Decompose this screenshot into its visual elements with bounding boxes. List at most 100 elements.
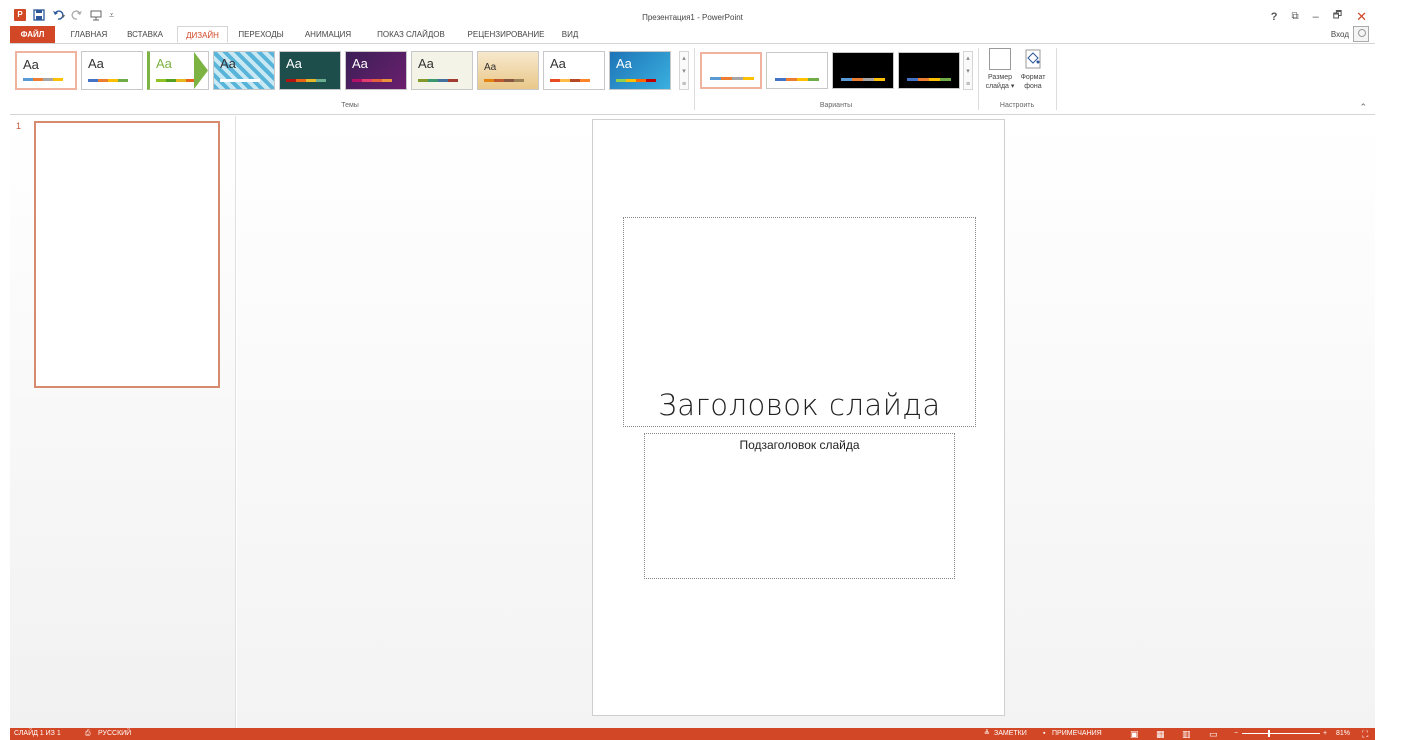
theme-organic[interactable]: Aa [411,51,473,90]
theme-preview-text: Aa [550,56,566,71]
variant-1[interactable] [700,52,762,89]
theme-wisp[interactable]: Aa [609,51,671,90]
variant-color-bar [907,78,951,81]
ribbon-display-options-icon[interactable]: ⧉ [1291,11,1298,22]
theme-slice[interactable]: Aa [543,51,605,90]
variant-color-bar [775,78,819,81]
slide-size-button[interactable]: Размер слайда ▾ [983,48,1017,91]
theme-color-bar [88,79,128,82]
ribbon-tabs: ФАЙЛ ГЛАВНАЯ ВСТАВКА ДИЗАЙН ПЕРЕХОДЫ АНИ… [10,26,1375,44]
sign-in[interactable]: Вход [1331,26,1369,42]
theme-preview-text: Aa [484,62,497,73]
tab-insert[interactable]: ВСТАВКА [118,26,172,43]
slide[interactable]: Заголовок слайда Подзаголовок слайда [592,119,1005,716]
collapse-ribbon-icon[interactable]: ⌃ [1359,102,1367,113]
restore-icon[interactable]: 🗗 [1333,8,1342,25]
slide-size-label-1: Размер [987,74,1013,81]
theme-pattern[interactable]: Aa [213,51,275,90]
zoom-in-button[interactable]: + [1323,728,1327,740]
variants-gallery-scroll[interactable]: ▴ ▾ ≡ [963,51,973,90]
theme-color-bar [484,79,524,82]
help-icon[interactable]: ? [1271,11,1278,23]
theme-color-bar [286,79,326,82]
theme-color-bar [220,79,260,82]
theme-office[interactable]: Aa [15,51,77,90]
format-background-label-1: Формат [1020,74,1046,81]
slideshow-view-icon[interactable]: ▭ [1209,728,1218,740]
group-separator [1056,48,1057,110]
theme-preview-text: Aa [286,56,302,71]
variant-3[interactable] [832,52,894,89]
theme-ion-boardroom[interactable]: Aa [345,51,407,90]
avatar-icon[interactable] [1353,26,1369,42]
tab-slideshow[interactable]: ПОКАЗ СЛАЙДОВ [367,26,455,43]
theme-retrospect[interactable]: Aa [477,51,539,90]
sign-in-label[interactable]: Вход [1331,30,1349,39]
subtitle-placeholder[interactable]: Подзаголовок слайда [644,433,955,579]
tab-animations[interactable]: АНИМАЦИЯ [297,26,359,43]
theme-office-2[interactable]: Aa [81,51,143,90]
theme-color-bar [616,79,656,82]
comments-button[interactable]: ПРИМЕЧАНИЯ [1052,728,1102,740]
tab-design[interactable]: ДИЗАЙН [177,26,228,43]
spellcheck-icon[interactable]: ⎙ [85,728,91,740]
zoom-level[interactable]: 81% [1336,728,1350,740]
language-indicator[interactable]: РУССКИЙ [98,728,131,740]
notes-icon[interactable]: ≜ [984,728,990,740]
zoom-out-button[interactable]: − [1234,728,1238,740]
close-icon[interactable]: ✕ [1356,9,1367,25]
themes-gallery: Aa Aa Aa Aa Aa Aa Aa Aa Aa Aa [15,51,671,90]
zoom-slider-track[interactable] [1242,733,1320,734]
tab-review[interactable]: РЕЦЕНЗИРОВАНИЕ [460,26,552,43]
zoom-slider-thumb[interactable] [1268,730,1270,737]
theme-facet-shape [194,52,208,89]
theme-ion[interactable]: Aa [279,51,341,90]
tab-view[interactable]: ВИД [555,26,585,43]
variant-color-bar [841,78,885,81]
slide-counter: СЛАЙД 1 ИЗ 1 [14,730,61,737]
fit-slide-icon[interactable]: ⛶ [1362,728,1368,740]
theme-color-bar [352,79,392,82]
window-title: Презентация1 - PowerPoint [642,13,743,22]
tab-file[interactable]: ФАЙЛ [10,26,55,43]
ribbon-design: Aa Aa Aa Aa Aa Aa Aa Aa Aa Aa ▴ ▾ ≡ Темы… [10,43,1375,115]
variant-color-bar [710,77,754,80]
comments-icon[interactable]: ▪ [1043,728,1045,740]
minimize-icon[interactable]: – [1313,11,1319,23]
normal-view-icon[interactable]: ▣ [1130,728,1139,740]
theme-facet[interactable]: Aa [147,51,209,90]
theme-preview-text: Aa [418,56,434,71]
slide-thumbnail[interactable] [34,121,220,388]
group-separator [694,48,695,110]
title-placeholder-text: Заголовок слайда [658,388,941,422]
notes-button[interactable]: ЗАМЕТКИ [994,728,1027,740]
themes-group-label: Темы [341,102,359,109]
window-controls: ? ⧉ – 🗗 ✕ [1271,8,1367,25]
theme-preview-text: Aa [88,56,104,71]
variant-4[interactable] [898,52,960,89]
tab-transitions[interactable]: ПЕРЕХОДЫ [232,26,290,43]
themes-gallery-scroll[interactable]: ▴ ▾ ≡ [679,51,689,90]
status-bar: СЛАЙД 1 ИЗ 1 ⎙ РУССКИЙ ≜ ЗАМЕТКИ ▪ ПРИМЕ… [10,728,1375,740]
slide-editing-area: Заголовок слайда Подзаголовок слайда [237,116,1375,728]
subtitle-placeholder-text: Подзаголовок слайда [739,438,860,452]
format-background-button[interactable]: Формат фона [1016,48,1050,91]
group-separator [978,48,979,110]
theme-color-bar [156,79,196,82]
format-background-icon [1022,48,1044,70]
theme-color-bar [550,79,590,82]
variant-2[interactable] [766,52,828,89]
slide-thumbnail-number: 1 [16,121,22,131]
slide-size-label-2: слайда ▾ [985,83,1015,90]
tab-home[interactable]: ГЛАВНАЯ [62,26,116,43]
format-background-label-2: фона [1024,83,1042,90]
slide-sorter-icon[interactable]: ▦ [1156,728,1165,740]
title-bar: P ▾ ⩡ Презентация1 - PowerPoint ? ⧉ – 🗗 … [10,6,1375,26]
theme-color-bar [23,78,63,81]
theme-preview-text: Aa [352,56,368,71]
title-placeholder[interactable]: Заголовок слайда [623,217,976,427]
theme-preview-text: Aa [23,57,39,72]
powerpoint-window: P ▾ ⩡ Презентация1 - PowerPoint ? ⧉ – 🗗 … [10,6,1375,740]
slide-size-icon [989,48,1011,70]
reading-view-icon[interactable]: ▥ [1182,728,1191,740]
